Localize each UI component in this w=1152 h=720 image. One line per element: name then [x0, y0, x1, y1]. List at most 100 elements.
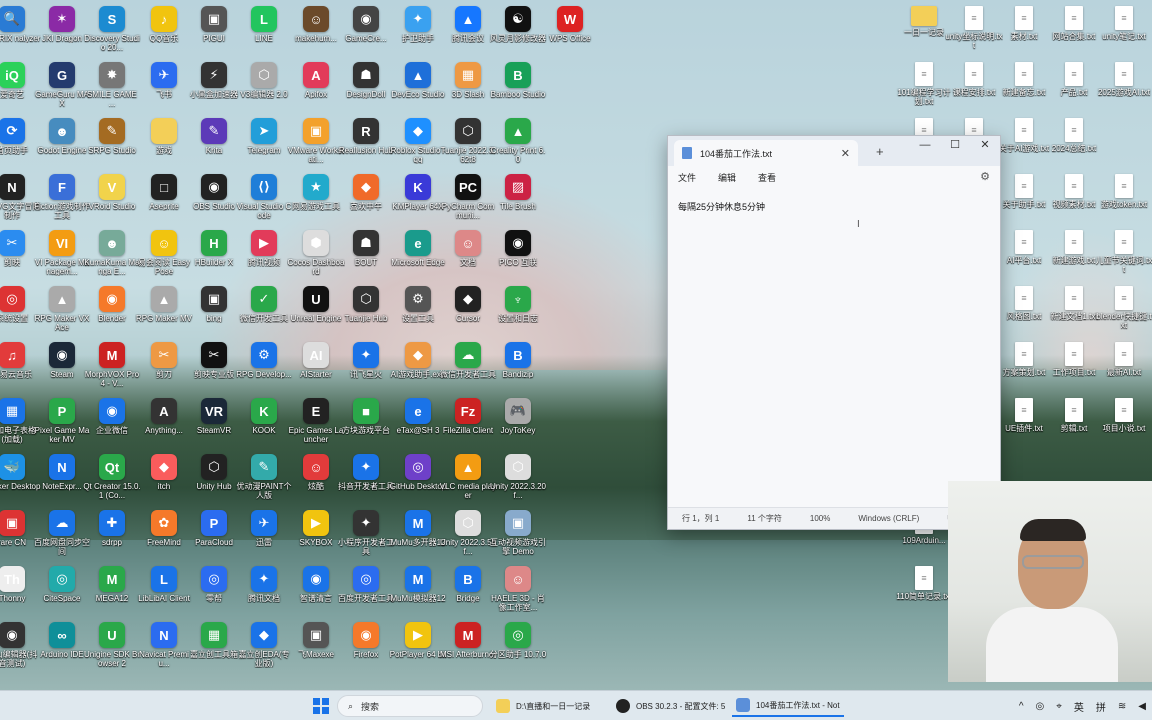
- desktop-icon[interactable]: ▦ 嘉立创工具箱: [188, 622, 240, 659]
- desktop-icon[interactable]: ≡ 素材.txt: [998, 6, 1050, 41]
- desktop-icon[interactable]: N Navicat Premiu...: [138, 622, 190, 668]
- desktop-icon[interactable]: ▦ 3D Slash: [442, 62, 494, 99]
- desktop-icon[interactable]: ≡ 关于助手.txt: [998, 174, 1050, 209]
- desktop-icon[interactable]: ◉ GameCre...: [340, 6, 392, 43]
- notepad-tab[interactable]: 104番茄工作法.txt ✕: [674, 140, 858, 166]
- desktop-icon[interactable]: ⬡ Tuanjie 2022.3.62t8: [441, 118, 495, 164]
- desktop-icon[interactable]: e eTax@SH 3: [392, 398, 444, 435]
- desktop-icon[interactable]: ◎ CiteSpace: [36, 566, 88, 603]
- desktop-icon[interactable]: ≡ 视频素材.txt: [1048, 174, 1100, 209]
- desktop-icon[interactable]: ☁ 百度网盘同步空间: [34, 510, 90, 556]
- desktop-icon[interactable]: ☺ makehum...: [290, 6, 342, 43]
- desktop-icon[interactable]: ☻ Godot Engine: [36, 118, 88, 155]
- language-indicator[interactable]: 英: [1074, 699, 1084, 714]
- desktop-icon[interactable]: Qt Qt Creator 15.0.1 (Co...: [83, 454, 141, 500]
- desktop-icon[interactable]: N NoteExpr...: [36, 454, 88, 491]
- desktop-icon[interactable]: ≡ 游戏token.txt: [1098, 174, 1150, 209]
- desktop-icon[interactable]: ✂ 剪映专业版: [188, 342, 240, 379]
- network-icon[interactable]: ◎: [1036, 701, 1045, 712]
- desktop-icon[interactable]: ▣ VMware Workstati...: [288, 118, 344, 164]
- desktop-icon[interactable]: ≡ 2024总结.txt: [1048, 118, 1100, 153]
- desktop-icon[interactable]: ▣ 互动视频游戏引擎 Demo: [490, 510, 546, 556]
- minimize-button[interactable]: —: [910, 136, 940, 154]
- desktop-icon[interactable]: U Unigine SDK Browser 2: [84, 622, 140, 668]
- ime-indicator[interactable]: 拼: [1096, 699, 1106, 714]
- desktop-icon[interactable]: ◆ AI游戏助手.exe: [391, 342, 445, 379]
- desktop-icon[interactable]: ◉ Blender: [86, 286, 138, 323]
- taskbar-app-obs[interactable]: OBS 30.2.3 - 配置文件: 5: [612, 695, 729, 717]
- notepad-text-area[interactable]: 每隔25分钟休息5分钟 I: [668, 188, 1000, 506]
- desktop-icon[interactable]: ☺ 炫酷: [290, 454, 342, 491]
- desktop-icon[interactable]: L LibLibAI Client: [138, 566, 190, 603]
- desktop-icon[interactable]: ★ 网易游戏工具: [290, 174, 342, 211]
- desktop-icon[interactable]: ◎ 零帮: [188, 566, 240, 603]
- menu-view[interactable]: 查看: [758, 171, 776, 184]
- desktop-icon[interactable]: ▣ PIGUI: [188, 6, 240, 43]
- desktop-icon[interactable]: ≡ blender快捷键.txt: [1096, 286, 1152, 330]
- desktop-icon[interactable]: ▶ PotPlayer 64 bit: [390, 622, 446, 659]
- new-tab-button[interactable]: +: [876, 144, 884, 159]
- desktop-icon[interactable]: ▲ VLC media player: [440, 454, 496, 500]
- desktop-icon[interactable]: ✦ 护卫助手: [392, 6, 444, 43]
- desktop-icon[interactable]: ✚ sdrpp: [86, 510, 138, 547]
- desktop-icon[interactable]: ≡ 关于AI游戏.txt: [998, 118, 1050, 153]
- desktop-icon[interactable]: ✓ 微信开发工具: [238, 286, 290, 323]
- desktop-icon[interactable]: ⚡ 小黑盒加速器: [188, 62, 240, 99]
- desktop-icon[interactable]: R Reallusion Hub: [339, 118, 393, 155]
- desktop-icon[interactable]: ≡ unity坐标说明.txt: [945, 6, 1003, 50]
- desktop-icon[interactable]: U Unreal Engine: [290, 286, 342, 323]
- desktop-icon[interactable]: ⬡ Unity 2022.3.20f...: [490, 454, 546, 500]
- desktop-icon[interactable]: M MSI Afterburner: [440, 622, 496, 659]
- desktop-icon[interactable]: G GameGuru MAX: [35, 62, 89, 108]
- desktop-icon[interactable]: 游戏: [138, 118, 190, 155]
- desktop-icon[interactable]: ✸ SMILE GAME ...: [86, 62, 138, 108]
- status-zoom[interactable]: 100%: [796, 514, 844, 523]
- desktop-icon[interactable]: ⟨⟩ Visual Studio Code: [237, 174, 291, 220]
- desktop-icon[interactable]: ✦ 讯飞星火: [340, 342, 392, 379]
- desktop-icon[interactable]: L LINE: [238, 6, 290, 43]
- desktop-icon[interactable]: ≡ 项目小说.txt: [1098, 398, 1150, 433]
- desktop-icon[interactable]: ◆ itch: [138, 454, 190, 491]
- desktop-icon[interactable]: ≡ 新建备忘.txt: [998, 62, 1050, 97]
- desktop-icon[interactable]: ◎ GitHub Desktop: [390, 454, 446, 491]
- desktop-icon[interactable]: ➤ Telegram: [238, 118, 290, 155]
- desktop-icon[interactable]: AI AIStarter: [290, 342, 342, 379]
- close-window-button[interactable]: ✕: [970, 136, 1000, 154]
- desktop-icon[interactable]: ◆ Cursor: [442, 286, 494, 323]
- desktop-icon[interactable]: ▶ 腾讯视频: [238, 230, 290, 267]
- close-tab-icon[interactable]: ✕: [841, 147, 850, 160]
- desktop-icon[interactable]: ☻ KumaKuma Manga E...: [84, 230, 140, 276]
- desktop-icon[interactable]: ≡ 风格图.txt: [998, 286, 1050, 321]
- desktop-icon[interactable]: ✿ FreeMind: [138, 510, 190, 547]
- desktop-icon[interactable]: ✈ 飞书: [138, 62, 190, 99]
- desktop-icon[interactable]: 🎮 JoyToKey: [492, 398, 544, 435]
- notepad-window[interactable]: 104番茄工作法.txt ✕ + — ☐ ✕ 文件 编辑 查看 ⚙ 每隔25分钟…: [667, 135, 1001, 530]
- desktop-icon[interactable]: B Bridge: [442, 566, 494, 603]
- wifi-icon[interactable]: ≋: [1118, 701, 1126, 712]
- desktop-icon[interactable]: ⬡ Unity 2022.3.55f...: [440, 510, 496, 556]
- desktop-icon[interactable]: ☺ HAELE 3D - 肖像工作室...: [491, 566, 545, 612]
- desktop-icon[interactable]: ✈ 迅雷: [238, 510, 290, 547]
- desktop-icon[interactable]: e Microsoft Edge: [391, 230, 445, 267]
- desktop-icon[interactable]: ☗ BOUT: [340, 230, 392, 267]
- desktop-icon[interactable]: ≡ 101编程学习计划.txt: [897, 62, 951, 106]
- desktop-icon[interactable]: ⚙ 设置工具: [392, 286, 444, 323]
- desktop-icon[interactable]: ≡ 2025游戏AI.txt: [1098, 62, 1150, 97]
- desktop-icon[interactable]: ✶ JKI Dragon: [36, 6, 88, 43]
- desktop-icon[interactable]: K KOOK: [238, 398, 290, 435]
- maximize-button[interactable]: ☐: [940, 136, 970, 154]
- start-button-icon[interactable]: [313, 698, 329, 714]
- desktop-icon[interactable]: ♪ QQ音乐: [138, 6, 190, 43]
- desktop-icon[interactable]: ✎ 优动漫PAINT个人版: [237, 454, 291, 500]
- desktop-icon[interactable]: V VRoid Studio: [86, 174, 138, 211]
- desktop-icon[interactable]: B Bamboo Studio: [491, 62, 545, 99]
- menu-file[interactable]: 文件: [678, 171, 696, 184]
- desktop-icon[interactable]: F Fiction游戏制作工具: [34, 174, 90, 220]
- desktop-icon[interactable]: ◆ Roblox Studio - qq: [391, 118, 445, 164]
- desktop-icon[interactable]: H HBuilder X: [188, 230, 240, 267]
- desktop-icon[interactable]: ▲ DevEco Studio: [392, 62, 444, 99]
- desktop-icon[interactable]: S Discovery Studio 20...: [84, 6, 140, 52]
- desktop-icon[interactable]: ≡ 新建文档1.txt: [1048, 286, 1100, 321]
- desktop-icon[interactable]: M MuMu多开器12: [390, 510, 446, 547]
- desktop-icon[interactable]: ◉ PICO 互联: [492, 230, 544, 267]
